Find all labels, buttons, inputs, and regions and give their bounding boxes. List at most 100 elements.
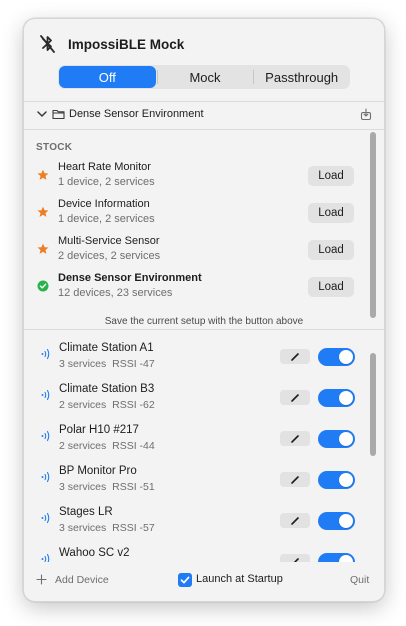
- device-rssi: RSSI -62: [112, 399, 155, 411]
- stock-item-title: Dense Sensor Environment: [58, 272, 202, 284]
- quit-button[interactable]: Quit: [350, 574, 369, 586]
- device-details: 3 services RSSI -47: [59, 358, 155, 370]
- signal-waves-icon: [41, 389, 50, 401]
- pencil-icon: [291, 516, 299, 525]
- environment-name: Dense Sensor Environment: [69, 108, 204, 120]
- device-enabled-toggle[interactable]: [318, 471, 355, 489]
- signal-waves-icon: [41, 348, 50, 360]
- device-row: BP Monitor Pro 3 services RSSI -51: [24, 457, 369, 498]
- device-services: 3 services: [59, 522, 107, 534]
- pencil-icon: [291, 393, 299, 402]
- device-scrollbar[interactable]: [370, 353, 376, 456]
- signal-waves-icon: [41, 430, 50, 442]
- mode-selector: Off Mock Passthrough: [58, 65, 350, 89]
- signal-waves-icon: [41, 512, 50, 524]
- stock-item-title: Multi-Service Sensor: [58, 235, 160, 247]
- load-button[interactable]: Load: [308, 203, 354, 223]
- save-hint: Save the current setup with the button a…: [104, 316, 304, 327]
- header: ImpossiBLE Mock Off Mock Passthrough: [24, 19, 384, 101]
- checkmark-circle-icon: [37, 280, 49, 292]
- stock-item-subtitle: 1 device, 2 services: [58, 176, 155, 188]
- edit-button[interactable]: [280, 349, 310, 364]
- device-enabled-toggle[interactable]: [318, 512, 355, 530]
- device-row: Wahoo SC v2: [24, 539, 369, 562]
- footer: Add Device Launch at Startup Quit: [24, 562, 384, 601]
- stock-scrollbar[interactable]: [370, 132, 376, 318]
- stock-section: STOCK Heart Rate Monitor 1 device, 2 ser…: [24, 129, 384, 329]
- edit-button[interactable]: [280, 390, 310, 405]
- star-icon: [37, 169, 49, 180]
- stock-item-multi-service-sensor: Multi-Service Sensor 2 devices, 2 servic…: [24, 233, 369, 270]
- device-details: 2 services RSSI -62: [59, 399, 155, 411]
- launch-at-startup-label[interactable]: Launch at Startup: [196, 573, 283, 585]
- device-services: 3 services: [59, 358, 107, 370]
- device-name: Wahoo SC v2: [59, 547, 130, 559]
- toggle-knob: [339, 350, 353, 364]
- device-name: Climate Station A1: [59, 342, 154, 354]
- star-icon: [37, 206, 49, 217]
- mode-off-segment[interactable]: Off: [59, 66, 156, 88]
- launch-at-startup-checkbox[interactable]: [178, 573, 192, 587]
- pencil-icon: [291, 434, 299, 443]
- device-enabled-toggle[interactable]: [318, 348, 355, 366]
- edit-button[interactable]: [280, 554, 310, 562]
- folder-icon: [52, 109, 65, 120]
- chevron-down-icon[interactable]: [36, 108, 48, 120]
- load-button[interactable]: Load: [308, 166, 354, 186]
- device-name: Climate Station B3: [59, 383, 155, 395]
- stock-item-device-information: Device Information 1 device, 2 services …: [24, 196, 369, 233]
- device-enabled-toggle[interactable]: [318, 430, 355, 448]
- device-details: 3 services RSSI -57: [59, 522, 155, 534]
- device-rssi: RSSI -44: [112, 440, 155, 452]
- export-icon[interactable]: [360, 108, 372, 121]
- add-device-button[interactable]: Add Device: [55, 574, 109, 586]
- mode-passthrough-segment[interactable]: Passthrough: [253, 65, 350, 89]
- plus-icon[interactable]: [36, 574, 47, 585]
- toggle-knob: [339, 432, 353, 446]
- mode-mock-segment[interactable]: Mock: [156, 65, 254, 89]
- signal-waves-icon: [41, 471, 50, 483]
- bluetooth-disabled-icon: [40, 35, 55, 53]
- device-services: 2 services: [59, 399, 107, 411]
- stock-item-subtitle: 2 devices, 2 services: [58, 250, 161, 262]
- stock-item-title: Heart Rate Monitor: [58, 161, 151, 173]
- device-row: Climate Station A1 3 services RSSI -47: [24, 334, 369, 375]
- device-details: 3 services RSSI -51: [59, 481, 155, 493]
- app-title: ImpossiBLE Mock: [68, 37, 185, 52]
- device-row: Climate Station B3 2 services RSSI -62: [24, 375, 369, 416]
- edit-button[interactable]: [280, 472, 310, 487]
- device-name: Stages LR: [59, 506, 113, 518]
- menu-panel: ImpossiBLE Mock Off Mock Passthrough Den…: [23, 18, 385, 602]
- load-button[interactable]: Load: [308, 277, 354, 297]
- device-list: Climate Station A1 3 services RSSI -47 C…: [24, 329, 384, 562]
- checkmark-icon: [180, 576, 190, 584]
- device-services: 3 services: [59, 481, 107, 493]
- signal-waves-icon: [41, 553, 50, 562]
- device-enabled-toggle[interactable]: [318, 553, 355, 562]
- device-enabled-toggle[interactable]: [318, 389, 355, 407]
- edit-button[interactable]: [280, 513, 310, 528]
- pencil-icon: [291, 352, 299, 361]
- toggle-knob: [339, 473, 353, 487]
- load-button[interactable]: Load: [308, 240, 354, 260]
- device-name: BP Monitor Pro: [59, 465, 137, 477]
- star-icon: [37, 243, 49, 254]
- pencil-icon: [291, 475, 299, 484]
- device-rssi: RSSI -57: [112, 522, 155, 534]
- device-row: Polar H10 #217 2 services RSSI -44: [24, 416, 369, 457]
- toggle-knob: [339, 555, 353, 562]
- stock-item-subtitle: 1 device, 2 services: [58, 213, 155, 225]
- environment-row[interactable]: Dense Sensor Environment: [24, 102, 384, 128]
- device-rssi: RSSI -47: [112, 358, 155, 370]
- stock-item-subtitle: 12 devices, 23 services: [58, 287, 173, 299]
- device-name: Polar H10 #217: [59, 424, 139, 436]
- stock-section-label: STOCK: [36, 142, 73, 153]
- device-row: Stages LR 3 services RSSI -57: [24, 498, 369, 539]
- toggle-knob: [339, 514, 353, 528]
- toggle-knob: [339, 391, 353, 405]
- device-services: 2 services: [59, 440, 107, 452]
- device-details: 2 services RSSI -44: [59, 440, 155, 452]
- device-rssi: RSSI -51: [112, 481, 155, 493]
- edit-button[interactable]: [280, 431, 310, 446]
- stock-item-dense-sensor-environment: Dense Sensor Environment 12 devices, 23 …: [24, 270, 369, 307]
